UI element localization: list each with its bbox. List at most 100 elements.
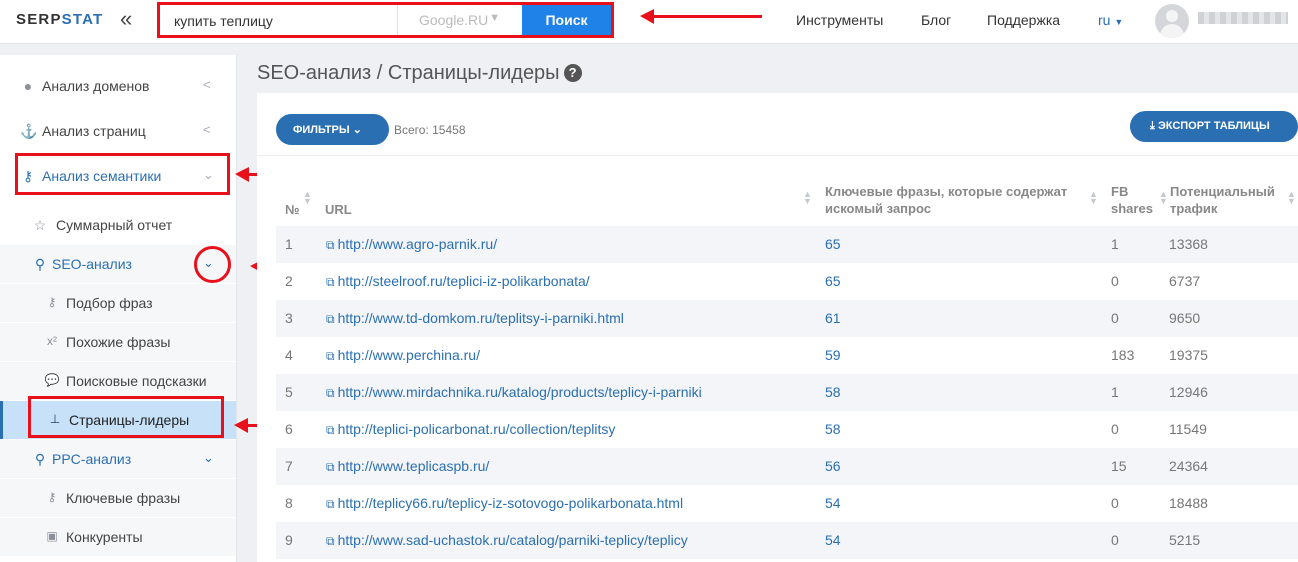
sidebar-item-label: Суммарный отчет <box>56 217 173 233</box>
language-select[interactable]: ru ▼ <box>1098 12 1123 28</box>
sidebar-item-label: Конкуренты <box>66 529 143 545</box>
row-url-link[interactable]: ⧉ http://www.perchina.ru/ <box>326 347 480 364</box>
nav-support[interactable]: Поддержка <box>987 12 1060 28</box>
row-keywords-link[interactable]: 54 <box>825 495 841 511</box>
annotation-box <box>28 396 224 438</box>
row-keywords-link[interactable]: 54 <box>825 532 841 548</box>
sort-icon[interactable]: ▲ ▼ <box>303 190 312 206</box>
globe-icon: ● <box>23 78 33 94</box>
column-header-fb-shares[interactable]: FB shares <box>1111 183 1153 217</box>
sort-icon[interactable]: ▲ ▼ <box>803 190 812 206</box>
row-number: 1 <box>285 236 293 252</box>
superscript-icon: x² <box>47 334 57 348</box>
serpstat-logo[interactable]: SERPSTAT <box>16 11 103 28</box>
row-keywords-link[interactable]: 65 <box>825 236 841 252</box>
row-fb-shares: 0 <box>1111 532 1119 548</box>
export-table-button[interactable]: ⤓ ЭКСПОРТ ТАБЛИЦЫ <box>1130 111 1298 142</box>
column-header-number[interactable]: № <box>285 201 300 218</box>
column-header-url[interactable]: URL <box>325 201 352 218</box>
row-keywords-link[interactable]: 58 <box>825 384 841 400</box>
nav-blog[interactable]: Блог <box>921 12 951 28</box>
row-number: 3 <box>285 310 293 326</box>
results-card: ФИЛЬТРЫ ⌄ Всего: 15458 ⤓ ЭКСПОРТ ТАБЛИЦЫ… <box>257 93 1298 562</box>
row-number: 9 <box>285 532 293 548</box>
external-link-icon: ⧉ <box>326 312 335 326</box>
logo-accent-text: STAT <box>61 11 104 28</box>
sidebar-item-competitors[interactable]: ▣ Конкуренты <box>0 518 236 556</box>
row-traffic: 12946 <box>1169 384 1208 400</box>
nav-tools[interactable]: Инструменты <box>796 12 883 28</box>
table-row: 5 ⧉ http://www.mirdachnika.ru/katalog/pro… <box>276 374 1298 411</box>
sidebar-item-similar-phrases[interactable]: x² Похожие фразы <box>0 323 236 361</box>
sidebar-item-summary-report[interactable]: ☆ Суммарный отчет <box>0 206 236 244</box>
external-link-icon: ⧉ <box>326 349 335 363</box>
row-keywords-link[interactable]: 61 <box>825 310 841 326</box>
row-keywords-link[interactable]: 65 <box>825 273 841 289</box>
external-link-icon: ⧉ <box>326 386 335 400</box>
sidebar-item-label: PPC-анализ <box>52 451 132 467</box>
sidebar-item-keywords[interactable]: ⚷ Ключевые фразы <box>0 479 236 517</box>
header-line: Потенциальный <box>1170 184 1275 199</box>
search-button[interactable]: Поиск <box>522 5 611 35</box>
row-url-link[interactable]: ⧉ http://www.mirdachnika.ru/katalog/produ… <box>326 384 702 401</box>
search-icon: ⚲ <box>34 451 46 467</box>
column-header-traffic[interactable]: Потенциальный трафик <box>1170 183 1275 217</box>
search-input[interactable]: купить теплицу <box>174 13 273 29</box>
logo-text: SERP <box>16 11 62 28</box>
row-fb-shares: 0 <box>1111 310 1119 326</box>
sidebar-item-search-suggestions[interactable]: 💬 Поисковые подсказки <box>0 362 236 400</box>
filters-button[interactable]: ФИЛЬТРЫ ⌄ <box>276 114 389 145</box>
collapse-sidebar-icon[interactable]: « <box>120 8 132 30</box>
table-row: 7 ⧉ http://www.teplicaspb.ru/ 56 15 24364 <box>276 448 1298 485</box>
caret-down-icon: ▼ <box>489 12 500 24</box>
header-line: FB <box>1111 184 1129 199</box>
row-url-link[interactable]: ⧉ http://teplicy66.ru/teplicy-iz-sotovogo… <box>326 495 683 512</box>
chevron-down-icon[interactable]: ⌄ <box>203 450 214 466</box>
sort-icon[interactable]: ▲ ▼ <box>1159 190 1168 206</box>
external-link-icon: ⧉ <box>326 460 335 474</box>
row-fb-shares: 183 <box>1111 347 1135 363</box>
row-traffic: 24364 <box>1169 458 1208 474</box>
row-url-text: http://www.agro-parnik.ru/ <box>337 236 498 252</box>
row-url-link[interactable]: ⧉ http://steelroof.ru/teplici-iz-polikarb… <box>326 273 590 290</box>
row-keywords-link[interactable]: 59 <box>825 347 841 363</box>
row-url-text: http://teplici-policarbonat.ru/collectio… <box>337 421 616 437</box>
external-link-icon: ⧉ <box>326 238 335 252</box>
search-icon: ⚲ <box>34 256 46 272</box>
sidebar-item-phrase-selection[interactable]: ⚷ Подбор фраз <box>0 284 236 322</box>
sidebar-item-page-analysis[interactable]: ⚓ Анализ страниц < <box>0 112 236 150</box>
chevron-left-icon: < <box>203 122 211 137</box>
external-link-icon: ⧉ <box>326 534 335 548</box>
row-number: 4 <box>285 347 293 363</box>
row-url-link[interactable]: ⧉ http://teplici-policarbonat.ru/collecti… <box>326 421 615 438</box>
table-row: 9 ⧉ http://www.sad-uchastok.ru/catalog/pa… <box>276 522 1298 559</box>
row-keywords-link[interactable]: 58 <box>825 421 841 437</box>
row-url-text: http://www.td-domkom.ru/teplitsy-i-parni… <box>337 310 624 326</box>
sidebar-item-label: Подбор фраз <box>66 295 153 311</box>
sidebar-item-domain-analysis[interactable]: ● Анализ доменов < <box>0 67 236 105</box>
sidebar-item-ppc-analysis[interactable]: ⚲ PPC-анализ ⌄ <box>0 440 236 478</box>
row-keywords-link[interactable]: 56 <box>825 458 841 474</box>
external-link-icon: ⧉ <box>326 275 335 289</box>
sidebar-item-label: Анализ страниц <box>42 123 146 139</box>
username-blurred[interactable] <box>1198 12 1288 24</box>
search-engine-select[interactable]: Google.RU ▼ <box>397 5 522 35</box>
row-url-link[interactable]: ⧉ http://www.sad-uchastok.ru/catalog/parn… <box>326 532 688 549</box>
language-value: ru <box>1098 12 1111 28</box>
sidebar-item-label: Ключевые фразы <box>66 490 181 506</box>
row-fb-shares: 1 <box>1111 384 1119 400</box>
help-icon[interactable]: ? <box>563 64 582 82</box>
chevron-down-icon: ⌄ <box>352 124 362 136</box>
row-url-link[interactable]: ⧉ http://www.td-domkom.ru/teplitsy-i-parn… <box>326 310 624 327</box>
sort-icon[interactable]: ▲ ▼ <box>1287 190 1296 206</box>
row-fb-shares: 1 <box>1111 236 1119 252</box>
sort-icon[interactable]: ▲ ▼ <box>1089 190 1098 206</box>
row-number: 8 <box>285 495 293 511</box>
sidebar-item-label: SEO-анализ <box>52 256 132 272</box>
column-header-keywords[interactable]: Ключевые фразы, которые содержат искомый … <box>825 183 1067 217</box>
row-url-link[interactable]: ⧉ http://www.agro-parnik.ru/ <box>326 236 497 253</box>
row-url-link[interactable]: ⧉ http://www.teplicaspb.ru/ <box>326 458 489 475</box>
row-fb-shares: 0 <box>1111 421 1119 437</box>
row-number: 2 <box>285 273 293 289</box>
avatar[interactable] <box>1155 4 1189 38</box>
